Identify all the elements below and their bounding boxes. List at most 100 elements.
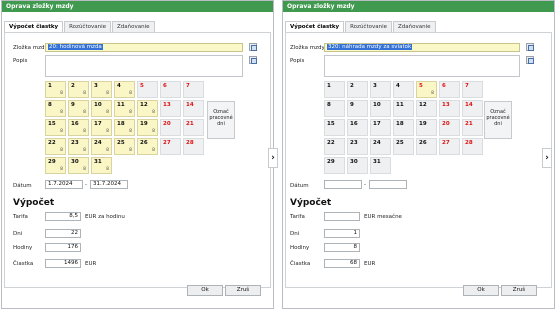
calendar-day[interactable]: 12 8	[137, 100, 158, 117]
calendar-day[interactable]: 25 8	[114, 138, 135, 155]
calendar-day[interactable]: 31 8	[91, 157, 112, 174]
calendar-day[interactable]: 23	[347, 138, 368, 155]
edit-icon[interactable]	[249, 56, 257, 64]
lookup-icon[interactable]	[526, 43, 534, 51]
calendar-day[interactable]: 18	[45, 81, 66, 98]
calendar-day[interactable]: 15	[324, 119, 345, 136]
calendar-day[interactable]: 12	[416, 100, 437, 117]
calendar-day[interactable]: 28	[462, 138, 483, 155]
tab-vypocet[interactable]: Výpočet čiastky	[4, 21, 64, 32]
calendar-day[interactable]: 2	[347, 81, 368, 98]
calendar-day[interactable]: 27	[160, 138, 181, 155]
calendar-day[interactable]: 29	[324, 157, 345, 174]
calendar-day[interactable]: 28	[183, 138, 204, 155]
calendar-day[interactable]: 19 8	[137, 119, 158, 136]
ciastka-field[interactable]: 68	[324, 259, 360, 268]
calendar-day[interactable]: 20	[439, 119, 460, 136]
date-to-field[interactable]: 31.7.2024	[90, 180, 128, 189]
calendar-day[interactable]: 16 8	[68, 119, 89, 136]
calendar-day[interactable]: 24	[370, 138, 391, 155]
calendar-day[interactable]: 14	[183, 100, 204, 117]
calendar-day[interactable]: 11 8	[114, 100, 135, 117]
calendar-day[interactable]: 25	[393, 138, 414, 155]
cancel-button[interactable]: Zruš	[501, 285, 537, 296]
day-number: 9	[71, 102, 75, 108]
zlozka-label: Zložka mzdy	[290, 45, 325, 51]
date-from-field[interactable]	[324, 180, 362, 189]
calendar-day[interactable]: 18 8	[114, 119, 135, 136]
dni-field[interactable]: 22	[45, 229, 81, 238]
day-number: 14	[186, 102, 194, 108]
ok-button[interactable]: Ok	[463, 285, 499, 296]
calendar-day[interactable]: 19	[416, 119, 437, 136]
calendar-day[interactable]: 7	[183, 81, 204, 98]
calendar-day[interactable]: 10 8	[91, 100, 112, 117]
calendar-day[interactable]: 9	[347, 100, 368, 117]
calendar-day[interactable]: 27	[439, 138, 460, 155]
calendar-day[interactable]: 38	[91, 81, 112, 98]
calendar-day[interactable]: 58	[416, 81, 437, 98]
calendar-day[interactable]: 23 8	[68, 138, 89, 155]
calendar-day[interactable]: 18	[393, 119, 414, 136]
nav-arrow-icon[interactable]: ›	[268, 148, 278, 168]
hodiny-field[interactable]: 176	[45, 243, 81, 252]
dni-field[interactable]: 1	[324, 229, 360, 238]
mark-workdays-button[interactable]: Označ pracovné dni	[207, 101, 235, 139]
tab-zdanovanie[interactable]: Zdaňovanie	[112, 21, 155, 32]
nav-arrow-icon[interactable]: ›	[542, 148, 552, 168]
tarifa-field[interactable]: 8,5	[45, 212, 81, 221]
calendar-day[interactable]: 29 8	[45, 157, 66, 174]
ciastka-field[interactable]: 1496	[45, 259, 81, 268]
calendar-day[interactable]: 22	[324, 138, 345, 155]
day-number: 6	[163, 83, 167, 89]
calendar-day[interactable]: 21	[183, 119, 204, 136]
calendar-day[interactable]: 21	[462, 119, 483, 136]
lookup-icon[interactable]	[249, 43, 257, 51]
calendar-day[interactable]: 20	[160, 119, 181, 136]
calendar-day[interactable]: 3	[370, 81, 391, 98]
calendar-day[interactable]: 10	[370, 100, 391, 117]
calendar-day[interactable]: 28	[68, 81, 89, 98]
calendar-day[interactable]: 88	[45, 100, 66, 117]
calendar-day[interactable]: 17	[370, 119, 391, 136]
calendar-day[interactable]: 26	[416, 138, 437, 155]
cancel-button[interactable]: Zruš	[225, 285, 261, 296]
zlozka-field[interactable]: 20: hodinová mzda	[45, 43, 243, 52]
calendar-day[interactable]: 22 8	[45, 138, 66, 155]
popis-textarea[interactable]	[45, 55, 243, 77]
zlozka-field[interactable]: 320: náhrada mzdy za sviatok	[324, 43, 520, 52]
calendar-day[interactable]: 26 8	[137, 138, 158, 155]
calendar-day[interactable]: 1	[324, 81, 345, 98]
tarifa-field[interactable]	[324, 212, 360, 221]
calendar-day[interactable]: 6	[160, 81, 181, 98]
calendar-day[interactable]: 11	[393, 100, 414, 117]
calendar-day[interactable]: 4	[393, 81, 414, 98]
date-from-field[interactable]: 1.7.2024	[45, 180, 83, 189]
calendar-day[interactable]: 24 8	[91, 138, 112, 155]
calendar-day[interactable]: 13	[439, 100, 460, 117]
calendar-day[interactable]: 98	[68, 100, 89, 117]
calendar-day[interactable]: 14	[462, 100, 483, 117]
edit-icon[interactable]	[526, 56, 534, 64]
calendar-day[interactable]: 13	[160, 100, 181, 117]
tab-rozuctovanie[interactable]: Rozúčtovanie	[64, 21, 111, 32]
calendar-day[interactable]: 15 8	[45, 119, 66, 136]
hodiny-field[interactable]: 8	[324, 243, 360, 252]
tab-rozuctovanie[interactable]: Rozúčtovanie	[345, 21, 392, 32]
calendar-day[interactable]: 30	[347, 157, 368, 174]
calendar-day[interactable]: 7	[462, 81, 483, 98]
tab-zdanovanie[interactable]: Zdaňovanie	[393, 21, 436, 32]
tab-vypocet[interactable]: Výpočet čiastky	[285, 21, 345, 32]
calendar-day[interactable]: 8	[324, 100, 345, 117]
date-to-field[interactable]	[369, 180, 407, 189]
calendar-day[interactable]: 31	[370, 157, 391, 174]
calendar-day[interactable]: 48	[114, 81, 135, 98]
calendar-day[interactable]: 16	[347, 119, 368, 136]
ok-button[interactable]: Ok	[187, 285, 223, 296]
calendar-day[interactable]: 5	[137, 81, 158, 98]
calendar-day[interactable]: 6	[439, 81, 460, 98]
calendar-day[interactable]: 30 8	[68, 157, 89, 174]
popis-textarea[interactable]	[324, 55, 520, 77]
calendar-day[interactable]: 17 8	[91, 119, 112, 136]
mark-workdays-button[interactable]: Označ pracovné dni	[484, 101, 512, 139]
